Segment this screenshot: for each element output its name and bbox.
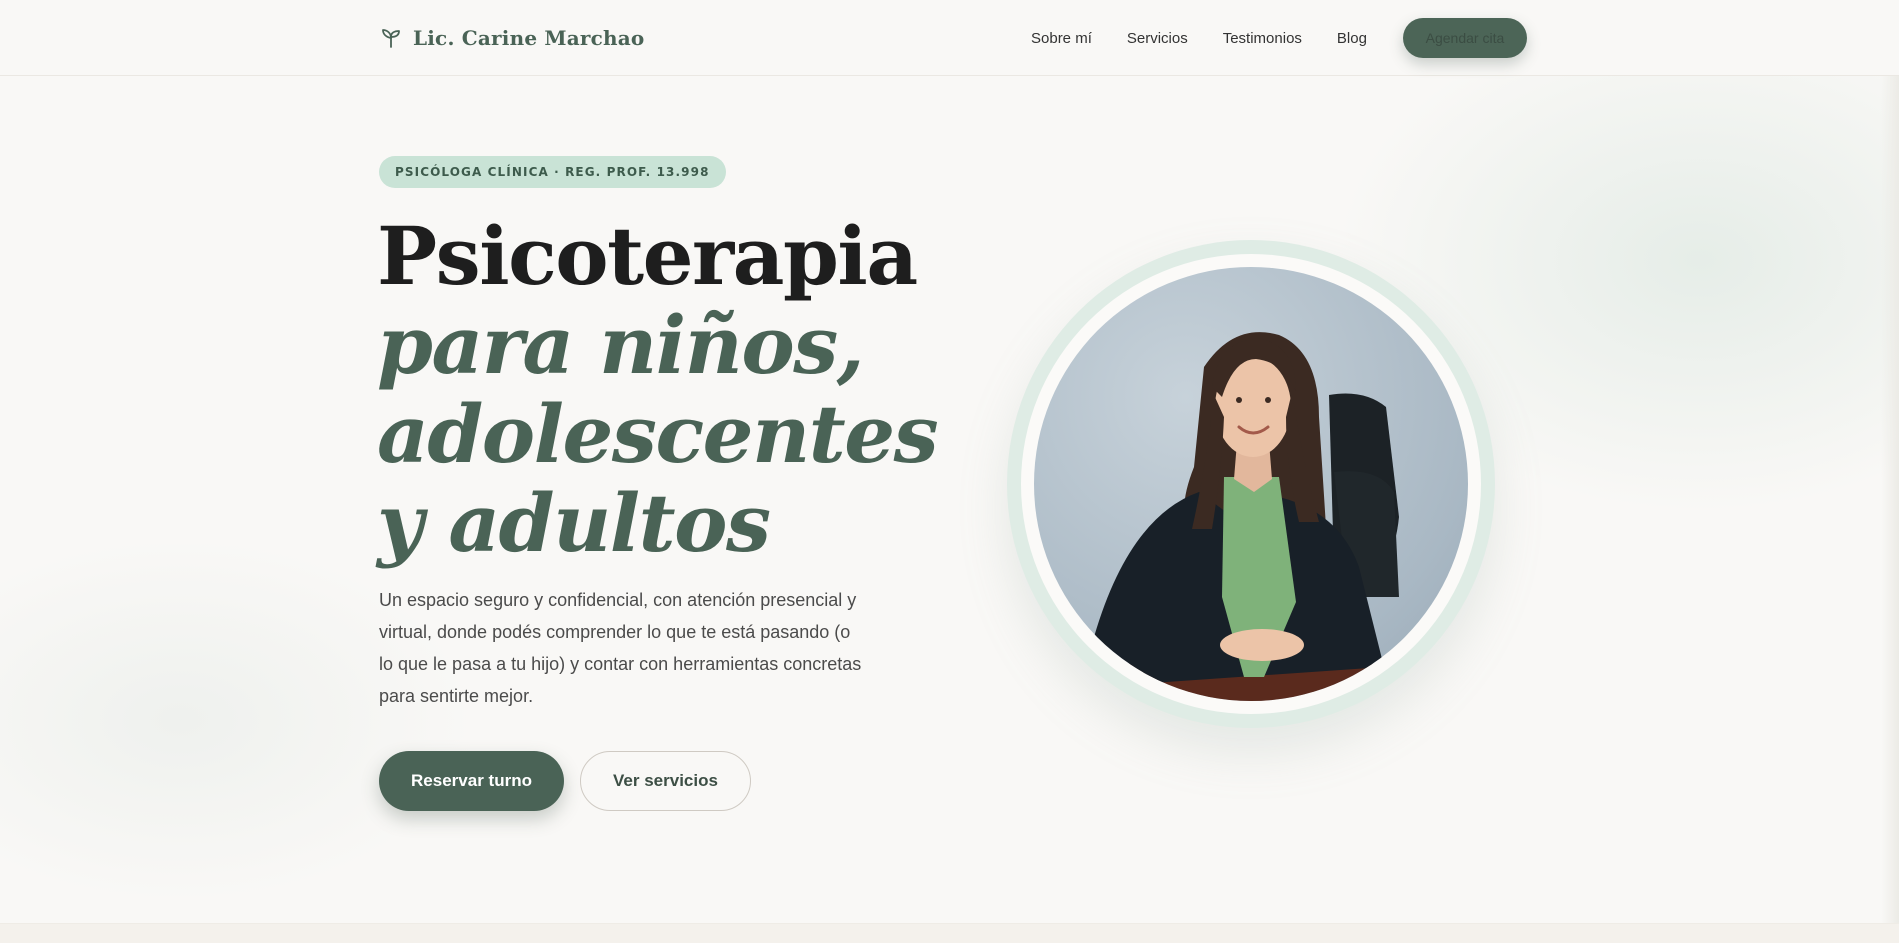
portrait-inner-ring xyxy=(1021,254,1481,714)
nav-link-sobre-mi[interactable]: Sobre mí xyxy=(1031,30,1092,47)
main-nav: Sobre mí Servicios Testimonios Blog Agen… xyxy=(1031,18,1527,58)
hero-title-line-3: adolescentes xyxy=(377,387,939,481)
portrait-frame xyxy=(1007,240,1495,728)
scroll-edge-shadow xyxy=(1881,75,1899,923)
credential-badge: PSICÓLOGA CLÍNICA · REG. PROF. 13.998 xyxy=(379,156,726,188)
portrait-photo xyxy=(1034,267,1468,701)
view-services-button[interactable]: Ver servicios xyxy=(580,751,751,811)
schedule-appointment-button[interactable]: Agendar cita xyxy=(1402,18,1527,58)
hero-title-line-1: Psicoterapia xyxy=(377,209,918,303)
hero-title-line-2: para niños, xyxy=(377,298,865,392)
hero-title-line-4: y adultos xyxy=(377,476,771,570)
brand-name: Lic. Carine Marchao xyxy=(413,26,645,50)
hero-title: Psicoterapia para niños, adolescentes y … xyxy=(377,209,939,570)
nav-link-blog[interactable]: Blog xyxy=(1337,30,1367,47)
next-section-edge xyxy=(0,923,1899,943)
nav-link-servicios[interactable]: Servicios xyxy=(1127,30,1188,47)
brand-logo[interactable]: Lic. Carine Marchao xyxy=(379,24,644,52)
background-wash xyxy=(0,0,1899,943)
book-appointment-button[interactable]: Reservar turno xyxy=(379,751,564,811)
nav-link-testimonios[interactable]: Testimonios xyxy=(1223,30,1302,47)
portrait-illustration xyxy=(1034,332,1468,701)
hero-intro-text: Un espacio seguro y confidencial, con at… xyxy=(379,590,862,706)
sprout-icon xyxy=(382,29,400,48)
site-header: Lic. Carine Marchao Sobre mí Servicios T… xyxy=(0,0,1899,76)
